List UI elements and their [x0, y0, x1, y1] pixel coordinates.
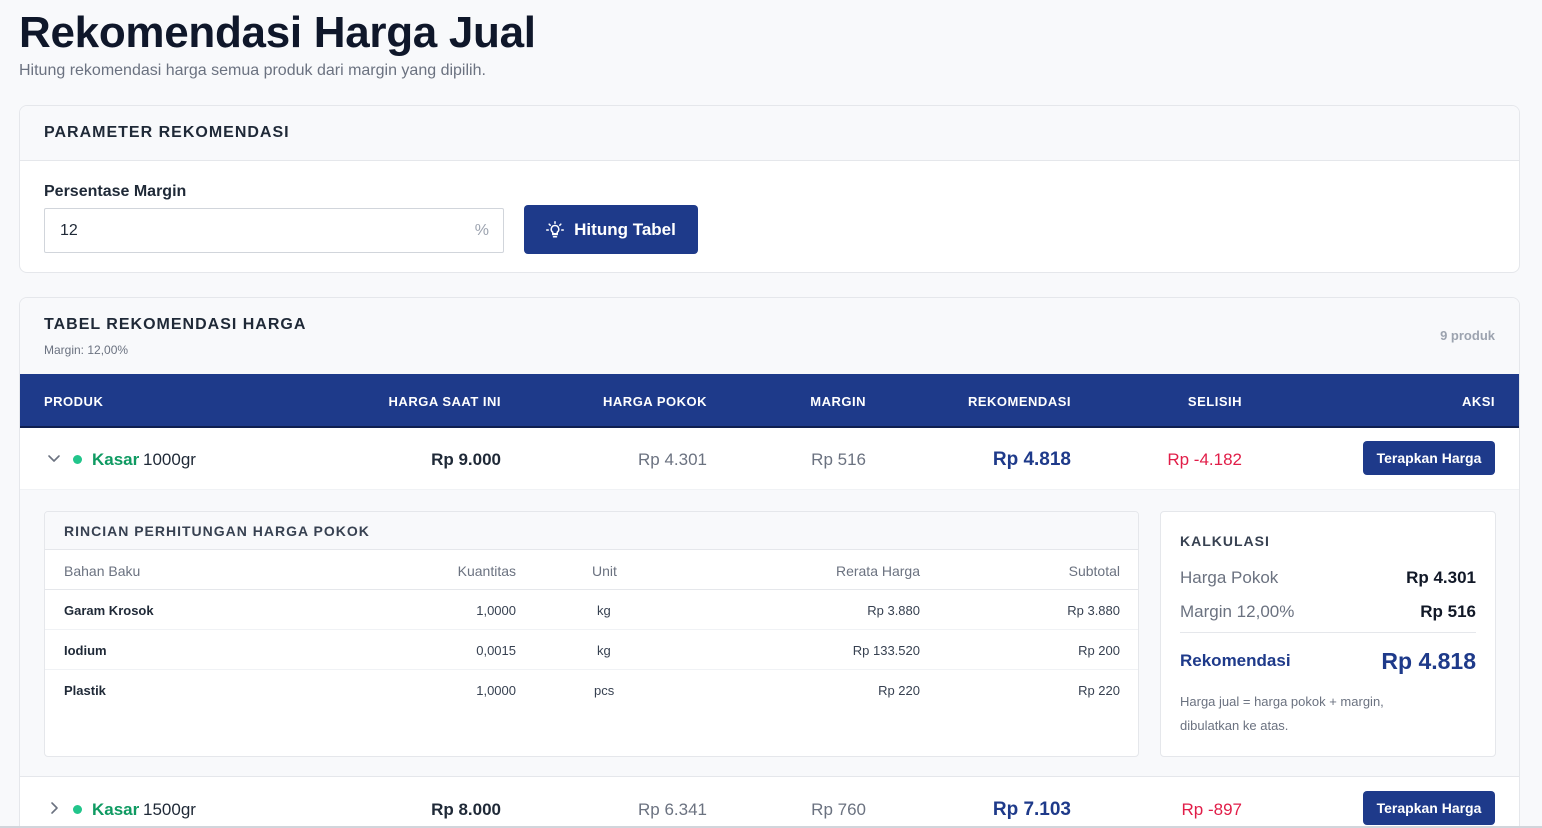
col-header-difference: SELISIH — [1187, 394, 1242, 409]
table-row: Kasar 1000gr Rp 9.000 Rp 4.301 Rp 516 Rp… — [20, 428, 1519, 490]
bd-col-unit: Unit — [592, 563, 617, 579]
breakdown-row: Garam Krosok 1,0000 kg Rp 3.880 Rp 3.880 — [45, 590, 1138, 630]
recommended-price: Rp 7.103 — [992, 799, 1071, 820]
margin-value: Rp 516 — [811, 450, 866, 469]
breakdown-title: RINCIAN PERHITUNGAN HARGA POKOK — [45, 512, 1138, 550]
table-card-header: TABEL REKOMENDASI HARGA Margin: 12,00% 9… — [20, 298, 1519, 374]
col-header-current-price: HARGA SAAT INI — [388, 394, 501, 409]
calc-recommendation-line: Rekomendasi Rp 4.818 — [1180, 648, 1476, 676]
status-dot — [73, 805, 82, 814]
col-header-recommendation: REKOMENDASI — [967, 394, 1071, 409]
calculation-panel: KALKULASI Harga Pokok Rp 4.301 Margin 12… — [1160, 511, 1496, 757]
calc-margin-value: Rp 516 — [1420, 602, 1476, 621]
table-header: PRODUK HARGA SAAT INI HARGA POKOK MARGIN… — [20, 374, 1519, 428]
bd-col-qty: Kuantitas — [457, 563, 516, 579]
bd-col-material: Bahan Baku — [64, 563, 141, 579]
table-margin-subtitle: Margin: 12,00% — [44, 343, 129, 357]
col-header-cost-price: HARGA POKOK — [603, 394, 707, 409]
calc-rec-label: Rekomendasi — [1180, 651, 1291, 670]
material-unit: pcs — [594, 683, 615, 698]
product-name: 1500gr — [143, 800, 196, 819]
page-subtitle: Hitung rekomendasi harga semua produk da… — [19, 62, 486, 79]
material-avg-price: Rp 133.520 — [852, 643, 920, 658]
material-subtotal: Rp 3.880 — [1067, 603, 1120, 618]
breakdown-header: Bahan Baku Kuantitas Unit Rerata Harga S… — [45, 550, 1138, 590]
parameter-card-title: PARAMETER REKOMENDASI — [20, 106, 1519, 161]
product-count: 9 produk — [1440, 328, 1495, 343]
col-header-action: AKSI — [1461, 394, 1495, 409]
apply-price-button[interactable]: Terapkan Harga — [1363, 791, 1495, 825]
margin-input-wrapper: % — [44, 208, 504, 253]
cost-breakdown-table: RINCIAN PERHITUNGAN HARGA POKOK Bahan Ba… — [44, 511, 1139, 757]
table-row: Kasar 1500gr Rp 8.000 Rp 6.341 Rp 760 Rp… — [20, 778, 1519, 828]
breakdown-row: Iodium 0,0015 kg Rp 133.520 Rp 200 — [45, 630, 1138, 670]
calc-divider — [1180, 632, 1476, 633]
material-unit: kg — [597, 603, 611, 618]
material-qty: 0,0015 — [476, 643, 516, 658]
col-header-product: PRODUK — [44, 394, 104, 409]
material-avg-price: Rp 220 — [878, 683, 920, 698]
current-price: Rp 8.000 — [431, 800, 501, 819]
calculate-table-label: Hitung Tabel — [574, 219, 676, 239]
percent-suffix: % — [474, 221, 489, 239]
margin-value: Rp 760 — [811, 800, 866, 819]
col-header-margin: MARGIN — [810, 394, 866, 409]
calc-margin-line: Margin 12,00% Rp 516 — [1180, 602, 1476, 624]
price-difference: Rp -897 — [1181, 800, 1242, 819]
row-detail-panel: RINCIAN PERHITUNGAN HARGA POKOK Bahan Ba… — [20, 490, 1519, 777]
chevron-down-icon[interactable] — [46, 448, 62, 468]
chevron-right-icon[interactable] — [46, 798, 62, 818]
material-avg-price: Rp 3.880 — [867, 603, 920, 618]
material-name: Garam Krosok — [64, 603, 154, 618]
material-subtotal: Rp 220 — [1078, 683, 1120, 698]
calc-margin-label: Margin 12,00% — [1180, 602, 1295, 621]
cost-price: Rp 6.341 — [638, 800, 707, 819]
parameter-card: PARAMETER REKOMENDASI Persentase Margin … — [19, 105, 1520, 273]
cost-price: Rp 4.301 — [638, 450, 707, 469]
apply-price-button[interactable]: Terapkan Harga — [1363, 441, 1495, 475]
breakdown-row: Plastik 1,0000 pcs Rp 220 Rp 220 — [45, 670, 1138, 710]
calc-cost-value: Rp 4.301 — [1406, 568, 1476, 587]
material-qty: 1,0000 — [476, 603, 516, 618]
calculate-table-button[interactable]: Hitung Tabel — [524, 205, 698, 254]
product-category: Kasar — [92, 800, 140, 819]
lightbulb-icon — [546, 220, 565, 237]
price-difference: Rp -4.182 — [1167, 450, 1242, 469]
calc-title: KALKULASI — [1180, 533, 1270, 549]
calc-cost-label: Harga Pokok — [1180, 568, 1279, 587]
bd-col-avg: Rerata Harga — [835, 563, 920, 579]
current-price: Rp 9.000 — [431, 450, 501, 469]
calc-note: Harga jual = harga pokok + margin, dibul… — [1180, 694, 1384, 733]
calc-cost-line: Harga Pokok Rp 4.301 — [1180, 568, 1476, 590]
page-title: Rekomendasi Harga Jual — [19, 8, 536, 57]
recommended-price: Rp 4.818 — [992, 449, 1071, 470]
recommendation-table-card: TABEL REKOMENDASI HARGA Margin: 12,00% 9… — [19, 297, 1520, 828]
product-category: Kasar — [92, 450, 140, 469]
calc-rec-value: Rp 4.818 — [1381, 648, 1476, 674]
bd-col-subtotal: Subtotal — [1068, 563, 1120, 579]
material-qty: 1,0000 — [476, 683, 516, 698]
table-title: TABEL REKOMENDASI HARGA — [44, 316, 307, 333]
material-unit: kg — [597, 643, 611, 658]
margin-label: Persentase Margin — [44, 183, 187, 200]
status-dot — [73, 455, 82, 464]
material-name: Plastik — [64, 683, 106, 698]
product-name: 1000gr — [143, 450, 196, 469]
material-subtotal: Rp 200 — [1078, 643, 1120, 658]
material-name: Iodium — [64, 643, 107, 658]
margin-input[interactable] — [60, 221, 440, 240]
